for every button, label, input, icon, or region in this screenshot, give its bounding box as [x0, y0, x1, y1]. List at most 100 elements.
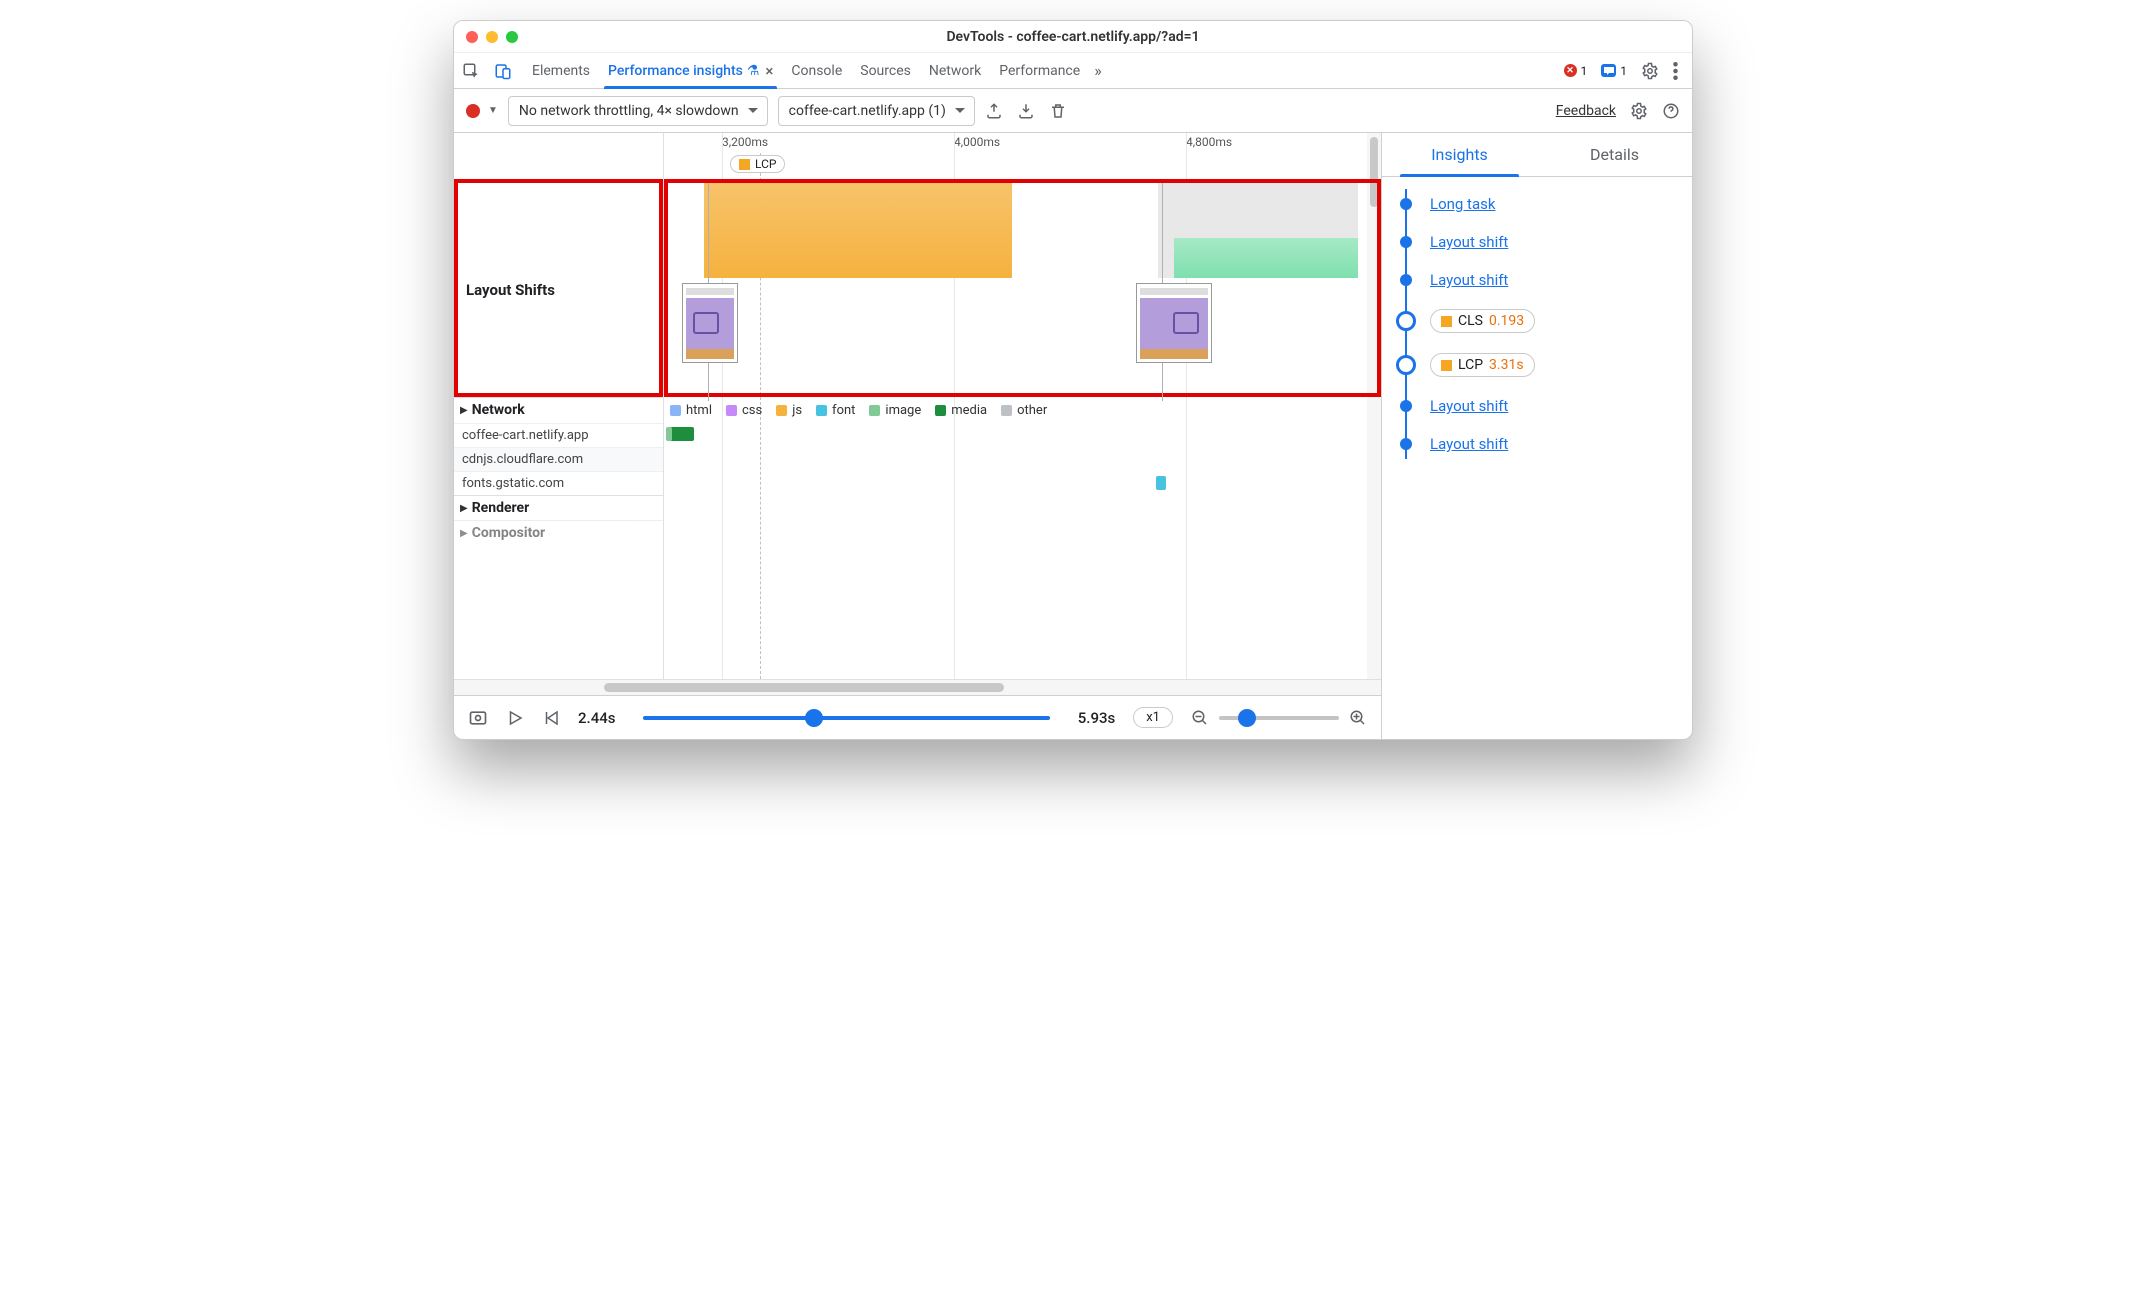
tab-performance-insights[interactable]: Performance insights ⚗ × [608, 53, 773, 88]
flask-icon: ⚗ [747, 63, 760, 79]
network-host-row[interactable]: cdnjs.cloudflare.com [454, 447, 663, 471]
renderer-section-toggle[interactable]: ▶ Renderer [454, 496, 663, 520]
range-end-label: 5.93s [1078, 709, 1115, 727]
import-icon[interactable] [1017, 102, 1035, 120]
tab-sources[interactable]: Sources [860, 53, 911, 88]
compositor-section-toggle[interactable]: ▶ Compositor [454, 521, 663, 545]
network-section-toggle[interactable]: ▶ Network [454, 398, 663, 422]
square-icon [1441, 316, 1452, 327]
insight-link[interactable]: Layout shift [1430, 271, 1508, 289]
layout-shifts-lane[interactable] [664, 179, 1381, 397]
tab-network[interactable]: Network [929, 53, 981, 88]
swatch-icon [726, 405, 737, 416]
insight-item[interactable]: LCP3.31s [1400, 343, 1686, 387]
insight-item[interactable]: Long task [1400, 185, 1686, 223]
insights-toolbar: ▼ No network throttling, 4× slowdown cof… [454, 89, 1692, 133]
screenshot-thumbnail[interactable] [1136, 283, 1212, 363]
caret-right-icon: ▶ [460, 528, 468, 539]
lcp-marker[interactable]: LCP [730, 155, 785, 173]
range-start-label: 2.44s [578, 709, 615, 727]
slider-thumb[interactable] [805, 709, 823, 727]
insight-item[interactable]: Layout shift [1400, 425, 1686, 463]
metric-pill[interactable]: CLS0.193 [1430, 309, 1535, 333]
time-range-slider[interactable] [643, 716, 1049, 720]
devtools-window: DevTools - coffee-cart.netlify.app/?ad=1… [453, 20, 1693, 740]
zoom-control [1191, 709, 1367, 727]
insight-item[interactable]: Layout shift [1400, 387, 1686, 425]
record-button[interactable] [466, 104, 480, 118]
device-toolbar-icon[interactable] [494, 62, 512, 80]
timeline-dot-icon [1400, 198, 1412, 210]
network-host-row[interactable]: coffee-cart.netlify.app [454, 423, 663, 447]
metric-pill[interactable]: LCP3.31s [1430, 353, 1535, 377]
swatch-icon [670, 405, 681, 416]
zoom-in-icon[interactable] [1349, 709, 1367, 727]
insight-item[interactable]: CLS0.193 [1400, 299, 1686, 343]
request-bar[interactable] [1156, 476, 1166, 490]
settings-icon[interactable] [1641, 62, 1659, 80]
delete-icon[interactable] [1049, 102, 1067, 120]
more-tabs-icon[interactable]: » [1094, 61, 1102, 80]
timeline-dot-icon [1396, 311, 1416, 331]
inspect-element-icon[interactable] [462, 62, 480, 80]
swatch-icon [1001, 405, 1012, 416]
layout-shifts-row-label: Layout Shifts [454, 179, 663, 397]
caret-right-icon: ▶ [460, 503, 468, 514]
window-title: DevTools - coffee-cart.netlify.app/?ad=1 [454, 29, 1692, 45]
titlebar: DevTools - coffee-cart.netlify.app/?ad=1 [454, 21, 1692, 53]
playback-speed-button[interactable]: x1 [1133, 707, 1173, 728]
export-icon[interactable] [985, 102, 1003, 120]
error-icon: ✕ [1564, 64, 1577, 77]
timeline-chart[interactable]: 3,200ms 4,000ms 4,800ms LCP [664, 133, 1381, 679]
horizontal-scrollbar[interactable] [454, 679, 1381, 695]
throttling-select[interactable]: No network throttling, 4× slowdown [508, 96, 768, 126]
caret-right-icon: ▶ [460, 405, 468, 416]
insights-sidebar: Insights Details Long task Layout shift La… [1382, 133, 1692, 739]
insight-item[interactable]: Layout shift [1400, 261, 1686, 299]
time-ruler: 3,200ms 4,000ms 4,800ms [664, 133, 1381, 153]
play-icon[interactable] [506, 709, 524, 727]
insight-link[interactable]: Layout shift [1430, 435, 1508, 453]
record-options-icon[interactable]: ▼ [488, 105, 498, 116]
activity-block[interactable] [704, 183, 1012, 278]
insight-link[interactable]: Layout shift [1430, 397, 1508, 415]
row-labels: Layout Shifts ▶ Network coffee-cart.netl… [454, 133, 664, 679]
insight-item[interactable]: Layout shift [1400, 223, 1686, 261]
panel-settings-icon[interactable] [1630, 102, 1648, 120]
tab-console[interactable]: Console [791, 53, 842, 88]
zoom-out-icon[interactable] [1191, 709, 1209, 727]
timeline-panel: Layout Shifts ▶ Network coffee-cart.netl… [454, 133, 1382, 739]
message-count-badge[interactable]: 1 [1601, 64, 1627, 78]
tab-elements[interactable]: Elements [532, 53, 590, 88]
insight-link[interactable]: Layout shift [1430, 233, 1508, 251]
message-icon [1601, 64, 1616, 77]
request-bar[interactable] [666, 427, 672, 441]
feedback-link[interactable]: Feedback [1556, 103, 1616, 119]
help-icon[interactable] [1662, 102, 1680, 120]
swatch-icon [935, 405, 946, 416]
zoom-slider[interactable] [1219, 716, 1339, 720]
session-select[interactable]: coffee-cart.netlify.app (1) [778, 96, 975, 126]
tab-insights[interactable]: Insights [1382, 133, 1537, 176]
toggle-visibility-icon[interactable] [468, 708, 488, 728]
swatch-icon [816, 405, 827, 416]
timeline-dot-icon [1400, 236, 1412, 248]
error-count-badge[interactable]: ✕ 1 [1564, 64, 1588, 78]
tab-details[interactable]: Details [1537, 133, 1692, 176]
network-host-row[interactable]: fonts.gstatic.com [454, 471, 663, 495]
square-icon [739, 159, 750, 170]
kebab-menu-icon[interactable] [1673, 62, 1678, 80]
rewind-icon[interactable] [542, 709, 560, 727]
playback-bar: 2.44s 5.93s x1 [454, 695, 1381, 739]
insight-link[interactable]: Long task [1430, 195, 1495, 213]
activity-block[interactable] [1174, 238, 1358, 278]
swatch-icon [776, 405, 787, 416]
swatch-icon [869, 405, 880, 416]
tab-performance[interactable]: Performance [999, 53, 1080, 88]
request-bar[interactable] [670, 427, 694, 441]
network-legend: html css js font image media other [664, 397, 1381, 423]
close-tab-icon[interactable]: × [765, 62, 773, 80]
insights-timeline: Long task Layout shift Layout shift CLS0.19… [1400, 185, 1686, 463]
slider-thumb[interactable] [1238, 709, 1256, 727]
screenshot-thumbnail[interactable] [682, 283, 738, 363]
